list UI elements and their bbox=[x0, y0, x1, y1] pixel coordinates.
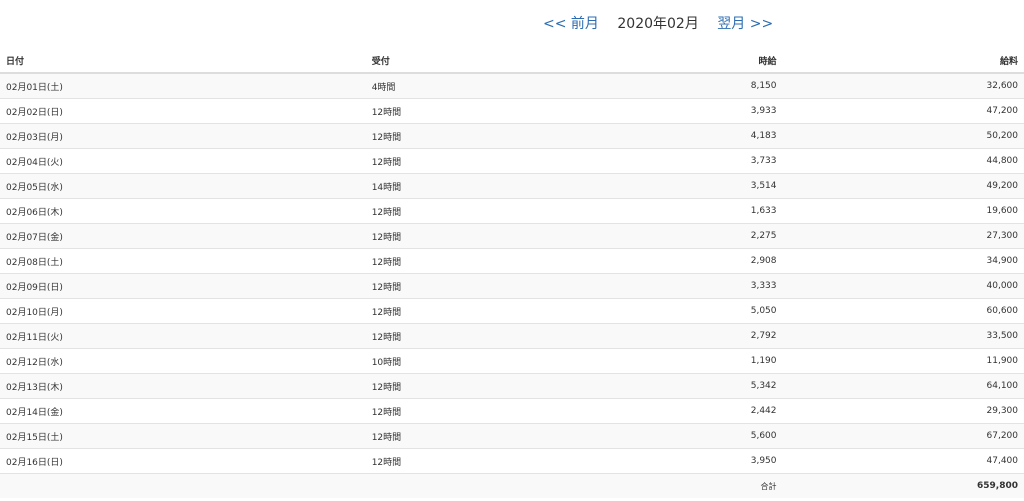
cell-reception: 12時間 bbox=[365, 298, 614, 324]
cell-date: 02月02日(日) bbox=[0, 98, 366, 124]
cell-reception: 14時間 bbox=[365, 173, 614, 199]
total-row: 合計 659,800 bbox=[0, 473, 1024, 498]
table-row: 02月12日(水) 10時間 1,190 11,900 bbox=[0, 348, 1024, 374]
table-row: 02月15日(土) 12時間 5,600 67,200 bbox=[0, 423, 1024, 449]
cell-pay: 44,800 bbox=[782, 148, 1024, 174]
cell-pay: 34,900 bbox=[782, 248, 1024, 274]
cell-date: 02月10日(月) bbox=[0, 298, 366, 324]
pay-table: 日付 受付 時給 給料 02月01日(土) 4時間 8,150 32,600 02月02… bbox=[0, 48, 1024, 498]
cell-date: 02月11日(火) bbox=[0, 323, 366, 349]
cell-reception: 12時間 bbox=[365, 248, 614, 274]
month-navigation: << 前月 2020年02月 翌月 >> bbox=[0, 0, 1024, 48]
cell-date: 02月03日(月) bbox=[0, 123, 366, 149]
cell-hourly: 2,275 bbox=[613, 223, 783, 249]
cell-hourly: 1,633 bbox=[613, 198, 783, 224]
cell-date: 02月12日(水) bbox=[0, 348, 366, 374]
cell-reception: 12時間 bbox=[365, 323, 614, 349]
cell-date: 02月13日(木) bbox=[0, 373, 366, 399]
table-row: 02月04日(火) 12時間 3,733 44,800 bbox=[0, 148, 1024, 174]
cell-date: 02月04日(火) bbox=[0, 148, 366, 174]
cell-pay: 29,300 bbox=[782, 398, 1024, 424]
current-month-label: 2020年02月 bbox=[617, 16, 699, 32]
next-month-link[interactable]: 翌月 >> bbox=[717, 16, 773, 32]
table-row: 02月09日(日) 12時間 3,333 40,000 bbox=[0, 273, 1024, 299]
total-value: 659,800 bbox=[782, 473, 1024, 498]
cell-pay: 67,200 bbox=[782, 423, 1024, 449]
cell-date: 02月09日(日) bbox=[0, 273, 366, 299]
total-empty-date bbox=[0, 473, 366, 498]
table-row: 02月01日(土) 4時間 8,150 32,600 bbox=[0, 72, 1024, 99]
table-row: 02月07日(金) 12時間 2,275 27,300 bbox=[0, 223, 1024, 249]
cell-reception: 4時間 bbox=[365, 72, 614, 99]
cell-pay: 27,300 bbox=[782, 223, 1024, 249]
header-pay: 給料 bbox=[782, 48, 1024, 74]
cell-date: 02月16日(日) bbox=[0, 448, 366, 474]
table-row: 02月05日(水) 14時間 3,514 49,200 bbox=[0, 173, 1024, 199]
header-hourly: 時給 bbox=[613, 48, 783, 74]
cell-hourly: 3,933 bbox=[613, 98, 783, 124]
cell-date: 02月01日(土) bbox=[0, 72, 366, 99]
cell-reception: 12時間 bbox=[365, 198, 614, 224]
header-date: 日付 bbox=[0, 48, 366, 74]
cell-hourly: 3,950 bbox=[613, 448, 783, 474]
cell-reception: 12時間 bbox=[365, 148, 614, 174]
cell-hourly: 2,442 bbox=[613, 398, 783, 424]
cell-pay: 40,000 bbox=[782, 273, 1024, 299]
cell-date: 02月06日(木) bbox=[0, 198, 366, 224]
total-label: 合計 bbox=[613, 473, 783, 498]
cell-hourly: 5,050 bbox=[613, 298, 783, 324]
pay-table-body: 02月01日(土) 4時間 8,150 32,600 02月02日(日) 12時間 3,93… bbox=[0, 72, 1024, 474]
cell-reception: 12時間 bbox=[365, 98, 614, 124]
cell-date: 02月15日(土) bbox=[0, 423, 366, 449]
cell-pay: 47,200 bbox=[782, 98, 1024, 124]
cell-reception: 12時間 bbox=[365, 448, 614, 474]
total-empty-reception bbox=[365, 473, 614, 498]
table-row: 02月08日(土) 12時間 2,908 34,900 bbox=[0, 248, 1024, 274]
table-row: 02月13日(木) 12時間 5,342 64,100 bbox=[0, 373, 1024, 399]
cell-reception: 12時間 bbox=[365, 373, 614, 399]
cell-pay: 19,600 bbox=[782, 198, 1024, 224]
cell-hourly: 5,342 bbox=[613, 373, 783, 399]
table-row: 02月03日(月) 12時間 4,183 50,200 bbox=[0, 123, 1024, 149]
table-row: 02月10日(月) 12時間 5,050 60,600 bbox=[0, 298, 1024, 324]
table-row: 02月06日(木) 12時間 1,633 19,600 bbox=[0, 198, 1024, 224]
cell-hourly: 4,183 bbox=[613, 123, 783, 149]
cell-pay: 33,500 bbox=[782, 323, 1024, 349]
cell-hourly: 8,150 bbox=[613, 72, 783, 99]
pay-table-header: 日付 受付 時給 給料 bbox=[0, 48, 1024, 74]
month-navigation-inner: << 前月 2020年02月 翌月 >> bbox=[543, 0, 773, 48]
cell-pay: 60,600 bbox=[782, 298, 1024, 324]
table-row: 02月11日(火) 12時間 2,792 33,500 bbox=[0, 323, 1024, 349]
cell-hourly: 3,514 bbox=[613, 173, 783, 199]
cell-reception: 12時間 bbox=[365, 273, 614, 299]
cell-pay: 64,100 bbox=[782, 373, 1024, 399]
cell-hourly: 2,792 bbox=[613, 323, 783, 349]
cell-reception: 12時間 bbox=[365, 398, 614, 424]
cell-date: 02月08日(土) bbox=[0, 248, 366, 274]
cell-reception: 12時間 bbox=[365, 423, 614, 449]
cell-pay: 32,600 bbox=[782, 72, 1024, 99]
table-row: 02月14日(金) 12時間 2,442 29,300 bbox=[0, 398, 1024, 424]
pay-table-footer: 合計 659,800 bbox=[0, 473, 1024, 498]
cell-pay: 47,400 bbox=[782, 448, 1024, 474]
cell-date: 02月14日(金) bbox=[0, 398, 366, 424]
table-row: 02月16日(日) 12時間 3,950 47,400 bbox=[0, 448, 1024, 474]
cell-reception: 12時間 bbox=[365, 123, 614, 149]
cell-hourly: 1,190 bbox=[613, 348, 783, 374]
cell-pay: 50,200 bbox=[782, 123, 1024, 149]
cell-date: 02月05日(水) bbox=[0, 173, 366, 199]
cell-date: 02月07日(金) bbox=[0, 223, 366, 249]
cell-pay: 11,900 bbox=[782, 348, 1024, 374]
header-reception: 受付 bbox=[365, 48, 614, 74]
table-row: 02月02日(日) 12時間 3,933 47,200 bbox=[0, 98, 1024, 124]
cell-hourly: 3,733 bbox=[613, 148, 783, 174]
cell-hourly: 5,600 bbox=[613, 423, 783, 449]
cell-pay: 49,200 bbox=[782, 173, 1024, 199]
cell-reception: 10時間 bbox=[365, 348, 614, 374]
cell-hourly: 3,333 bbox=[613, 273, 783, 299]
header-row: 日付 受付 時給 給料 bbox=[0, 48, 1024, 74]
cell-reception: 12時間 bbox=[365, 223, 614, 249]
prev-month-link[interactable]: << 前月 bbox=[543, 16, 599, 32]
cell-hourly: 2,908 bbox=[613, 248, 783, 274]
